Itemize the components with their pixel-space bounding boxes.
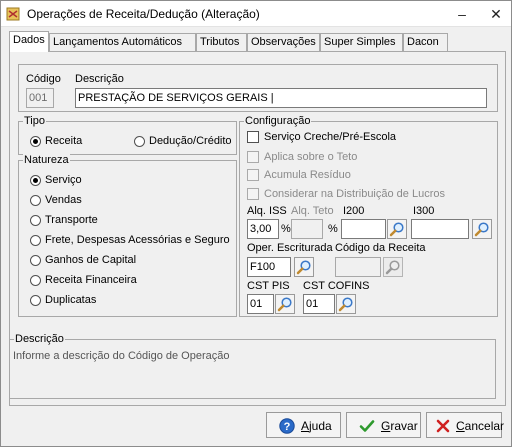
natureza-vendas-label[interactable]: Vendas	[45, 194, 82, 206]
svg-text:?: ?	[284, 421, 291, 433]
tab-super-simples[interactable]: Super Simples	[320, 33, 403, 51]
tab-strip: Dados Lançamentos Automáticos Tributos O…	[9, 31, 509, 52]
tab-dados[interactable]: Dados	[9, 31, 49, 52]
aliq-iss-label: Alq. ISS	[247, 205, 287, 217]
descricao-help-text: Informe a descrição do Código de Operaçã…	[13, 350, 230, 362]
natureza-frete-radio[interactable]	[30, 235, 41, 246]
i200-search-icon[interactable]	[387, 219, 407, 239]
app-icon	[6, 7, 20, 21]
natureza-transporte-label[interactable]: Transporte	[45, 214, 98, 226]
header-group: Código Descrição 001 PRESTAÇÃO DE SERVIÇ…	[18, 64, 498, 112]
natureza-group: Natureza Serviço Vendas Transporte Frete…	[18, 153, 237, 317]
codigo-field[interactable]: 001	[26, 88, 54, 108]
i300-field[interactable]	[411, 219, 469, 239]
cst-pis-search-icon[interactable]	[275, 294, 295, 314]
codigo-label: Código	[26, 73, 61, 85]
natureza-receita-financeira-radio[interactable]	[30, 275, 41, 286]
acumula-residuo-checkbox[interactable]	[247, 169, 259, 181]
configuracao-title: Configuração	[244, 114, 312, 128]
descricao-help-panel: Descrição Informe a descrição do Código …	[9, 332, 496, 399]
natureza-ganhos-label[interactable]: Ganhos de Capital	[45, 254, 136, 266]
title-bar[interactable]: Operações de Receita/Dedução (Alteração)…	[1, 1, 511, 27]
natureza-transporte-radio[interactable]	[30, 215, 41, 226]
i300-label: I300	[413, 205, 435, 217]
gravar-label: Gravar	[381, 419, 418, 433]
cst-cofins-search-icon[interactable]	[336, 294, 356, 314]
aliq-teto-percent: %	[328, 223, 338, 235]
i200-label: I200	[343, 205, 365, 217]
natureza-servico-radio[interactable]	[30, 175, 41, 186]
cst-pis-field[interactable]: 01	[247, 294, 274, 314]
natureza-title: Natureza	[23, 153, 70, 167]
cancel-x-icon	[436, 419, 450, 433]
cst-pis-label: CST PIS	[247, 280, 290, 292]
dialog-window: Operações de Receita/Dedução (Alteração)…	[0, 0, 512, 447]
i200-field[interactable]	[341, 219, 386, 239]
tipo-receita-label[interactable]: Receita	[45, 135, 82, 147]
aliq-iss-percent: %	[281, 223, 291, 235]
natureza-receita-financeira-label[interactable]: Receita Financeira	[45, 274, 137, 286]
tipo-deducao-radio[interactable]	[134, 136, 145, 147]
tipo-deducao-label[interactable]: Dedução/Crédito	[149, 135, 232, 147]
configuracao-group: Configuração Serviço Creche/Pré-Escola A…	[239, 114, 498, 317]
natureza-duplicatas-radio[interactable]	[30, 295, 41, 306]
acumula-residuo-label: Acumula Resíduo	[264, 169, 351, 181]
help-icon: ?	[279, 418, 295, 434]
tab-dacon[interactable]: Dacon	[403, 33, 448, 51]
cst-cofins-field[interactable]: 01	[303, 294, 335, 314]
tab-lancamentos-automaticos[interactable]: Lançamentos Automáticos	[49, 33, 196, 51]
aliq-iss-field[interactable]: 3,00	[247, 219, 279, 239]
descricao-field[interactable]: PRESTAÇÃO DE SERVIÇOS GERAIS |	[75, 88, 487, 108]
natureza-duplicatas-label[interactable]: Duplicatas	[45, 294, 96, 306]
aplica-teto-checkbox[interactable]	[247, 151, 259, 163]
codigo-receita-search-icon[interactable]	[383, 257, 403, 277]
tipo-group: Tipo Receita Dedução/Crédito	[18, 114, 237, 155]
tipo-title: Tipo	[23, 114, 46, 128]
cst-cofins-label: CST COFINS	[303, 280, 370, 292]
distribuicao-lucros-checkbox[interactable]	[247, 188, 259, 200]
codigo-receita-label: Código da Receita	[335, 242, 426, 254]
natureza-servico-label[interactable]: Serviço	[45, 174, 82, 186]
creche-label[interactable]: Serviço Creche/Pré-Escola	[264, 131, 396, 143]
cancelar-button[interactable]: Cancelar	[426, 412, 505, 438]
oper-escriturada-label: Oper. Escriturada	[247, 242, 333, 254]
aplica-teto-label: Aplica sobre o Teto	[264, 151, 358, 163]
natureza-ganhos-radio[interactable]	[30, 255, 41, 266]
checkmark-icon	[359, 420, 375, 432]
codigo-receita-field[interactable]	[335, 257, 381, 277]
natureza-vendas-radio[interactable]	[30, 195, 41, 206]
descricao-label: Descrição	[75, 73, 124, 85]
i300-search-icon[interactable]	[472, 219, 492, 239]
tab-observacoes[interactable]: Observações	[247, 33, 320, 51]
aliq-teto-field[interactable]	[291, 219, 323, 239]
tipo-receita-radio[interactable]	[30, 136, 41, 147]
ajuda-button[interactable]: ? Ajuda	[266, 412, 341, 438]
aliq-teto-label: Alq. Teto	[291, 205, 334, 217]
window-title: Operações de Receita/Dedução (Alteração)	[27, 7, 260, 21]
oper-escriturada-search-icon[interactable]	[294, 257, 314, 277]
gravar-button[interactable]: Gravar	[346, 412, 421, 438]
natureza-frete-label[interactable]: Frete, Despesas Acessórias e Seguro	[45, 234, 230, 246]
descricao-help-title: Descrição	[14, 332, 65, 346]
ajuda-label: Ajuda	[301, 419, 332, 433]
tab-tributos[interactable]: Tributos	[196, 33, 247, 51]
minimize-icon[interactable]: –	[451, 5, 473, 23]
close-icon[interactable]: ✕	[485, 5, 507, 23]
creche-checkbox[interactable]	[247, 131, 259, 143]
distribuicao-lucros-label: Considerar na Distribuição de Lucros	[264, 188, 445, 200]
cancelar-label: Cancelar	[456, 419, 505, 433]
oper-escriturada-field[interactable]: F100	[247, 257, 291, 277]
